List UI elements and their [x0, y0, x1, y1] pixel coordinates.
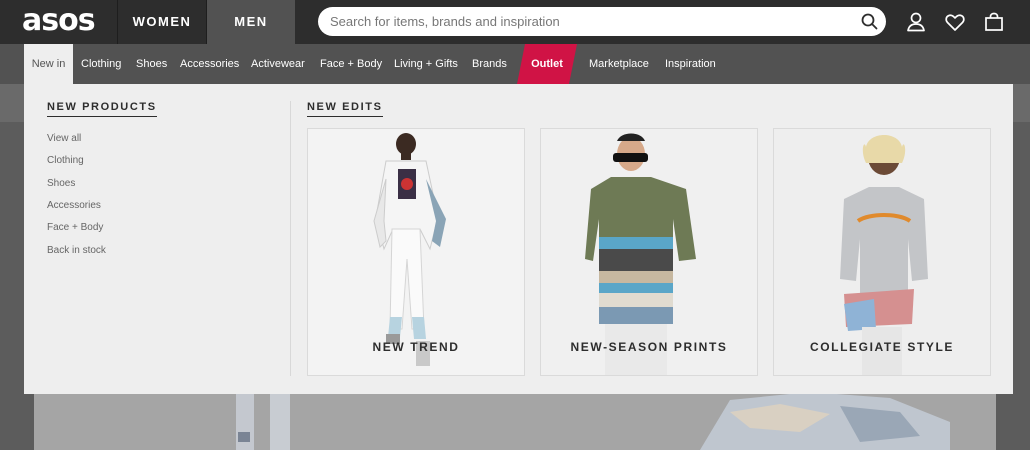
nav-item-new-in[interactable]: New in — [24, 44, 73, 84]
nav-item-face-body[interactable]: Face + Body — [320, 44, 382, 84]
edit-card-new-trend[interactable]: NEW TREND — [307, 128, 525, 376]
edit-card-collegiate-style[interactable]: COLLEGIATE STYLE — [773, 128, 991, 376]
nav-item-shoes[interactable]: Shoes — [136, 44, 167, 84]
heart-icon[interactable] — [944, 11, 966, 33]
category-nav: New in Clothing Shoes Accessories Active… — [0, 44, 1030, 84]
tab-women[interactable]: WOMEN — [117, 0, 206, 44]
search-icon[interactable] — [861, 13, 878, 30]
nav-item-inspiration[interactable]: Inspiration — [665, 44, 716, 84]
new-products-heading: NEW PRODUCTS — [47, 101, 157, 117]
link-back-in-stock[interactable]: Back in stock — [47, 245, 106, 256]
search-bar — [318, 7, 886, 36]
nav-item-clothing[interactable]: Clothing — [81, 44, 121, 84]
new-in-dropdown: NEW PRODUCTS View all Clothing Shoes Acc… — [24, 84, 1013, 394]
nav-item-activewear[interactable]: Activewear — [251, 44, 305, 84]
link-clothing[interactable]: Clothing — [47, 155, 84, 166]
card-label-new-season-prints: NEW-SEASON PRINTS — [570, 340, 728, 354]
link-face-body[interactable]: Face + Body — [47, 222, 103, 233]
model-white-suit-image — [308, 129, 524, 375]
bag-icon[interactable] — [983, 11, 1005, 33]
top-bar: asos WOMEN MEN — [0, 0, 1030, 44]
card-label-new-trend: NEW TREND — [372, 340, 460, 354]
model-collegiate-sweatshirt-image — [774, 129, 990, 375]
link-shoes[interactable]: Shoes — [47, 178, 75, 189]
nav-item-outlet[interactable]: Outlet — [517, 44, 577, 84]
nav-item-marketplace[interactable]: Marketplace — [589, 44, 649, 84]
link-accessories[interactable]: Accessories — [47, 200, 101, 211]
nav-item-brands[interactable]: Brands — [472, 44, 507, 84]
card-label-collegiate-style: COLLEGIATE STYLE — [809, 340, 955, 354]
model-print-shirt-image — [541, 129, 757, 375]
account-icon[interactable] — [905, 11, 927, 33]
column-divider — [290, 101, 291, 376]
nav-item-living-gifts[interactable]: Living + Gifts — [394, 44, 458, 84]
search-input[interactable] — [330, 7, 850, 36]
background-model-print — [700, 392, 950, 450]
asos-logo[interactable]: asos — [22, 6, 106, 36]
edit-card-new-season-prints[interactable]: NEW-SEASON PRINTS — [540, 128, 758, 376]
background-model-legs — [236, 392, 290, 450]
nav-item-accessories[interactable]: Accessories — [180, 44, 239, 84]
tab-men[interactable]: MEN — [206, 0, 295, 44]
new-edits-heading: NEW EDITS — [307, 101, 383, 117]
link-view-all[interactable]: View all — [47, 133, 81, 144]
